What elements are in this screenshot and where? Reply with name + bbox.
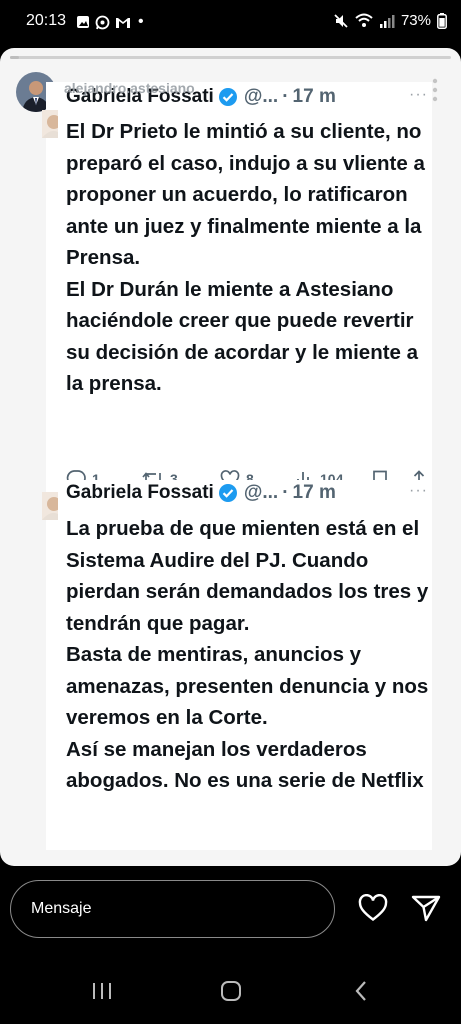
story-card[interactable]: Gabriela Fossati @... · 17 m ··· El Dr P…: [0, 48, 461, 866]
story-progress-fill: [10, 56, 19, 59]
tweet-time[interactable]: 17 m: [293, 482, 336, 504]
status-notification-icons: •: [76, 13, 144, 31]
battery-level: 73%: [400, 12, 431, 29]
tweet-handle[interactable]: @...: [244, 482, 278, 504]
tweet-text: La prueba de que mienten está en el Sist…: [66, 513, 438, 850]
status-system-icons: 73%: [333, 12, 447, 29]
tweet-more-button[interactable]: ···: [409, 482, 428, 500]
tweet-author-avatar: [42, 110, 58, 138]
story-username[interactable]: alejandro.astesiano: [64, 80, 195, 96]
separator-dot: ·: [282, 86, 289, 107]
gallery-notification-icon: [77, 16, 89, 28]
tweet-time[interactable]: 17 m: [293, 86, 336, 108]
like-story-heart-icon[interactable]: [358, 894, 388, 922]
send-icon[interactable]: [411, 894, 441, 922]
tweet-paragraph: El Dr Prieto le mintió a su cliente, no …: [66, 120, 425, 269]
message-input[interactable]: Mensaje: [10, 880, 335, 938]
whatsapp-notification-icon: [95, 15, 110, 29]
story-reply-bar: Mensaje: [0, 870, 461, 950]
separator-dot: ·: [282, 482, 289, 503]
more-notifications-dot: •: [138, 13, 144, 30]
verified-badge-icon: [218, 88, 237, 106]
story-more-options-icon[interactable]: [431, 78, 439, 102]
tweet-paragraph: Así se manejan los verdaderos abogados. …: [66, 737, 424, 793]
tweet-1[interactable]: Gabriela Fossati @... · 17 m ··· El Dr P…: [42, 82, 432, 507]
tweet-paragraph: El Dr Durán le miente a Astesiano hacién…: [66, 277, 419, 396]
tweet-author-name[interactable]: Gabriela Fossati: [66, 482, 214, 504]
tweet-paragraph: Basta de mentiras, anuncios y amenazas, …: [66, 643, 429, 729]
message-placeholder: Mensaje: [31, 900, 92, 917]
tweet-more-button[interactable]: ···: [409, 86, 428, 104]
tweet-header: Gabriela Fossati @... · 17 m: [66, 482, 336, 504]
tweet-text: El Dr Prieto le mintió a su cliente, no …: [66, 116, 438, 400]
signal-icon: [379, 14, 395, 28]
tweet-paragraph: La prueba de que mienten está en el Sist…: [66, 517, 429, 635]
home-icon[interactable]: [219, 980, 243, 1002]
verified-badge-icon: [218, 484, 237, 502]
battery-icon: [437, 12, 447, 29]
android-navigation-bar: [0, 960, 461, 1024]
gmail-notification-icon: [116, 17, 130, 28]
mute-icon: [334, 13, 348, 28]
story-progress-bar: [10, 56, 451, 59]
status-time: 20:13: [26, 12, 67, 29]
tweet-handle[interactable]: @...: [244, 86, 278, 108]
recent-apps-icon[interactable]: [90, 980, 114, 1002]
status-bar: 20:13 • 73%: [0, 0, 461, 42]
tweet-2[interactable]: Gabriela Fossati @... · 17 m ··· La prue…: [42, 480, 432, 850]
back-icon[interactable]: [350, 980, 374, 1002]
tweet-author-avatar: [42, 492, 58, 520]
wifi-icon: [355, 13, 373, 27]
